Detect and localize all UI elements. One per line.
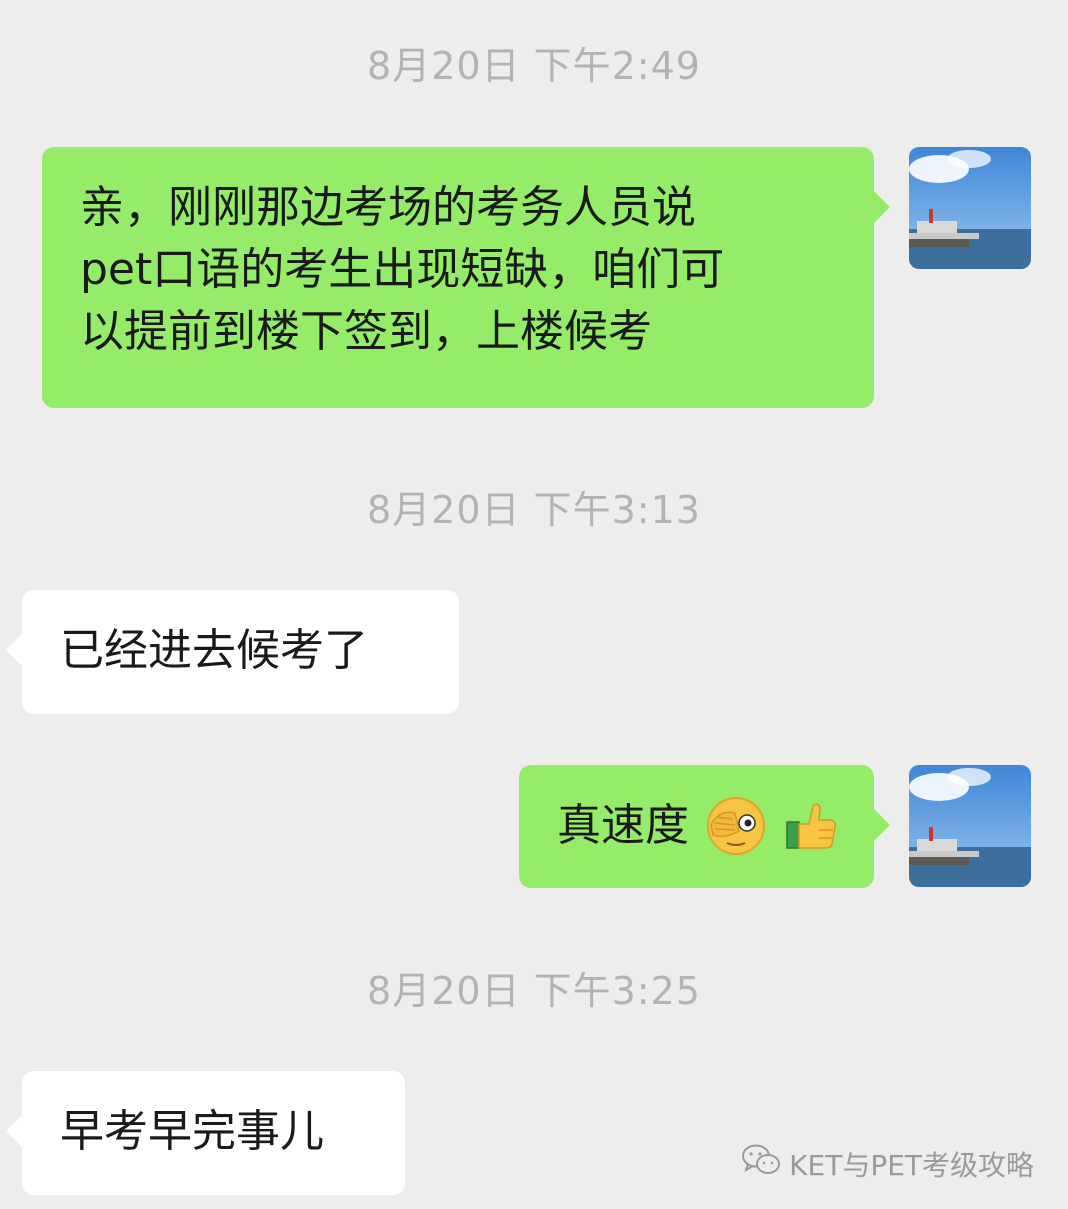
timestamp: 8月20日 下午3:13 <box>367 488 701 532</box>
user-avatar[interactable] <box>909 765 1031 887</box>
user-avatar[interactable] <box>909 147 1031 269</box>
timestamp: 8月20日 下午3:25 <box>367 969 701 1013</box>
message-bubble-sent[interactable]: 真速度 <box>519 765 890 888</box>
message-text: 亲，刚刚那边考场的考务人员说 pet口语的考生出现短缺，咱们可 以提前到楼下签到… <box>80 182 725 357</box>
message-bubble-sent[interactable]: 亲，刚刚那边考场的考务人员说 pet口语的考生出现短缺，咱们可 以提前到楼下签到… <box>42 147 890 408</box>
watermark: KET与PET考级攻略 <box>741 1143 1034 1184</box>
message-text: 早考早完事儿 <box>60 1106 324 1157</box>
message-text: 已经进去候考了 <box>60 625 368 676</box>
message-bubble-received[interactable]: 早考早完事儿 <box>6 1071 405 1195</box>
wechat-logo-icon <box>741 1143 781 1184</box>
covering-face-peek-icon <box>705 795 767 857</box>
thumbs-up-icon <box>783 798 839 854</box>
message-bubble-received[interactable]: 已经进去候考了 <box>6 590 459 714</box>
watermark-text: KET与PET考级攻略 <box>789 1148 1034 1182</box>
timestamp: 8月20日 下午2:49 <box>367 44 701 88</box>
message-text: 真速度 <box>557 800 689 851</box>
